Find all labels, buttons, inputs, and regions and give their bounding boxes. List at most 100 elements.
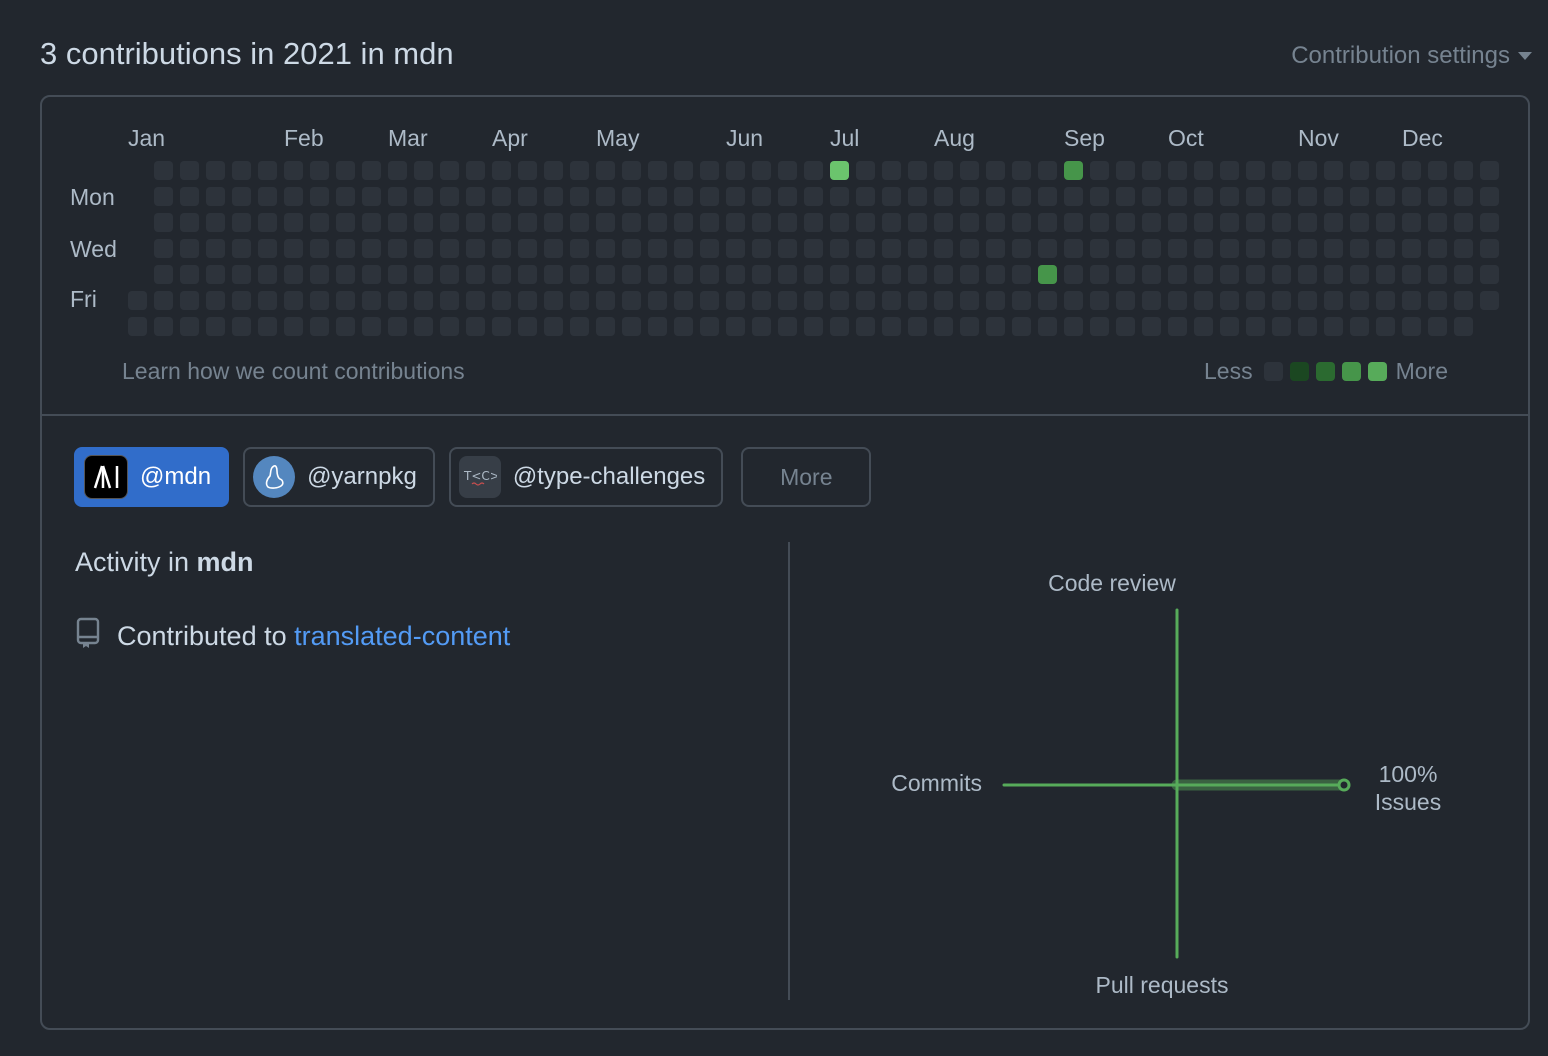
calendar-day[interactable] — [1272, 187, 1291, 206]
calendar-day[interactable] — [206, 213, 225, 232]
calendar-day[interactable] — [1220, 161, 1239, 180]
calendar-day[interactable] — [1038, 213, 1057, 232]
calendar-day[interactable] — [934, 265, 953, 284]
calendar-day[interactable] — [284, 265, 303, 284]
calendar-day[interactable] — [700, 317, 719, 336]
calendar-day[interactable] — [830, 187, 849, 206]
calendar-day[interactable] — [1272, 239, 1291, 258]
calendar-day[interactable] — [1142, 187, 1161, 206]
calendar-day[interactable] — [1116, 265, 1135, 284]
calendar-day[interactable] — [388, 239, 407, 258]
calendar-day[interactable] — [154, 213, 173, 232]
calendar-day[interactable] — [960, 161, 979, 180]
calendar-day[interactable] — [1116, 291, 1135, 310]
calendar-day[interactable] — [1220, 291, 1239, 310]
calendar-day[interactable] — [1272, 265, 1291, 284]
calendar-day[interactable] — [544, 239, 563, 258]
calendar-day[interactable] — [232, 187, 251, 206]
calendar-day[interactable] — [934, 239, 953, 258]
org-button-mdn[interactable]: @mdn — [74, 447, 230, 507]
calendar-day[interactable] — [986, 291, 1005, 310]
calendar-day[interactable] — [1038, 239, 1057, 258]
calendar-day[interactable] — [258, 265, 277, 284]
calendar-day[interactable] — [310, 317, 329, 336]
calendar-day[interactable] — [960, 239, 979, 258]
org-button-type-challenges[interactable]: T<C> @type-challenges — [448, 447, 724, 507]
calendar-day[interactable] — [986, 187, 1005, 206]
calendar-day[interactable] — [284, 291, 303, 310]
calendar-day[interactable] — [648, 213, 667, 232]
calendar-day[interactable] — [1064, 213, 1083, 232]
calendar-day[interactable] — [726, 161, 745, 180]
calendar-day[interactable] — [830, 317, 849, 336]
calendar-day[interactable] — [986, 239, 1005, 258]
calendar-day[interactable] — [518, 291, 537, 310]
calendar-day[interactable] — [778, 265, 797, 284]
calendar-day[interactable] — [232, 161, 251, 180]
calendar-day[interactable] — [1246, 187, 1265, 206]
calendar-day[interactable] — [1116, 187, 1135, 206]
calendar-day[interactable] — [1272, 161, 1291, 180]
calendar-day[interactable] — [128, 291, 147, 310]
calendar-day[interactable] — [440, 265, 459, 284]
calendar-day[interactable] — [1194, 161, 1213, 180]
calendar-day[interactable] — [1350, 317, 1369, 336]
calendar-day[interactable] — [440, 291, 459, 310]
calendar-day[interactable] — [1402, 239, 1421, 258]
calendar-day[interactable] — [1220, 239, 1239, 258]
org-button-yarnpkg[interactable]: @yarnpkg — [243, 447, 435, 507]
calendar-day[interactable] — [1480, 239, 1499, 258]
calendar-day[interactable] — [232, 291, 251, 310]
calendar-day[interactable] — [1064, 239, 1083, 258]
calendar-day[interactable] — [622, 213, 641, 232]
calendar-day[interactable] — [310, 187, 329, 206]
calendar-day[interactable] — [388, 187, 407, 206]
calendar-day[interactable] — [570, 317, 589, 336]
calendar-day[interactable] — [180, 187, 199, 206]
calendar-day[interactable] — [1298, 187, 1317, 206]
calendar-day[interactable] — [1324, 291, 1343, 310]
calendar-day[interactable] — [544, 317, 563, 336]
calendar-day[interactable] — [310, 239, 329, 258]
calendar-day[interactable] — [232, 265, 251, 284]
calendar-day[interactable] — [960, 265, 979, 284]
calendar-day[interactable] — [154, 161, 173, 180]
calendar-day[interactable] — [1376, 291, 1395, 310]
calendar-day[interactable] — [1090, 265, 1109, 284]
calendar-day[interactable] — [154, 239, 173, 258]
calendar-day[interactable] — [778, 213, 797, 232]
calendar-day[interactable] — [1350, 239, 1369, 258]
calendar-day[interactable] — [856, 317, 875, 336]
calendar-day[interactable] — [908, 317, 927, 336]
calendar-day[interactable] — [154, 317, 173, 336]
calendar-day[interactable] — [570, 187, 589, 206]
calendar-day[interactable] — [1246, 317, 1265, 336]
calendar-day[interactable] — [466, 213, 485, 232]
calendar-day[interactable] — [648, 317, 667, 336]
calendar-day[interactable] — [310, 291, 329, 310]
calendar-day[interactable] — [388, 161, 407, 180]
calendar-day[interactable] — [596, 213, 615, 232]
calendar-day[interactable] — [674, 239, 693, 258]
calendar-day[interactable] — [1402, 317, 1421, 336]
calendar-day[interactable] — [778, 291, 797, 310]
calendar-day[interactable] — [1350, 187, 1369, 206]
calendar-day[interactable] — [596, 265, 615, 284]
calendar-day[interactable] — [1246, 213, 1265, 232]
calendar-day[interactable] — [986, 161, 1005, 180]
calendar-day[interactable] — [414, 213, 433, 232]
calendar-day[interactable] — [882, 239, 901, 258]
calendar-day[interactable] — [1194, 265, 1213, 284]
calendar-day[interactable] — [1220, 317, 1239, 336]
more-orgs-button[interactable]: More — [741, 447, 872, 507]
calendar-day[interactable] — [1298, 291, 1317, 310]
calendar-day[interactable] — [622, 291, 641, 310]
calendar-day[interactable] — [1116, 239, 1135, 258]
calendar-day[interactable] — [752, 265, 771, 284]
calendar-day[interactable] — [1038, 317, 1057, 336]
calendar-day[interactable] — [960, 291, 979, 310]
calendar-day[interactable] — [700, 265, 719, 284]
calendar-day[interactable] — [206, 239, 225, 258]
calendar-day[interactable] — [570, 213, 589, 232]
calendar-day[interactable] — [466, 239, 485, 258]
